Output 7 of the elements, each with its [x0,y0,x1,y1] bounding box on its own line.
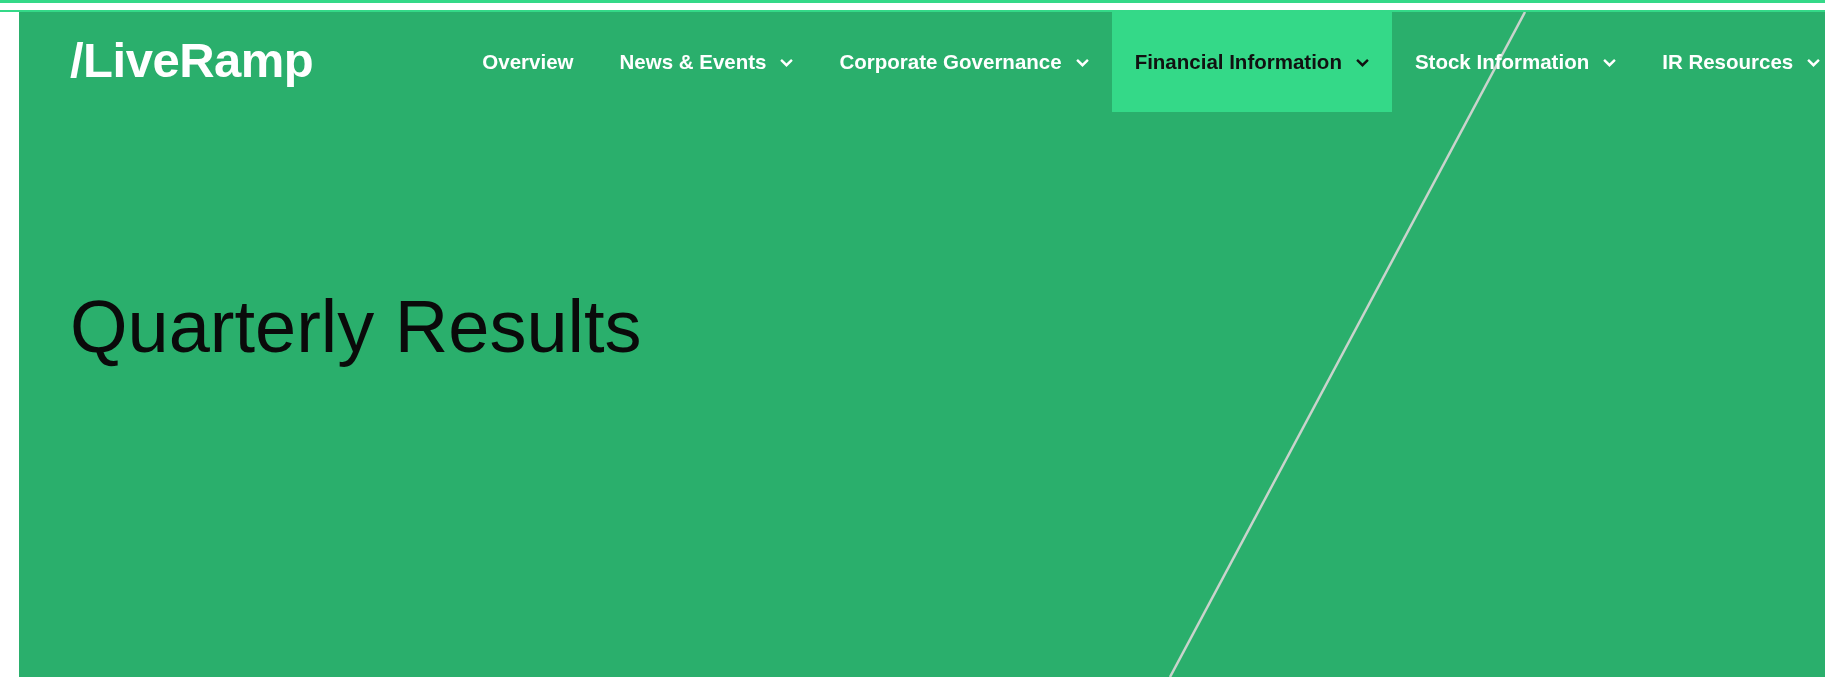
nav-tab[interactable]: IR Resources [1639,12,1825,112]
nav-tab[interactable]: News & Events [596,12,817,112]
nav-tab[interactable]: Corporate Governance [816,12,1112,112]
page-title: Quarterly Results [70,284,643,369]
logo[interactable]: /LiveRamp [70,32,314,88]
nav-tab[interactable]: Financial Information [1111,12,1392,112]
nav-tab[interactable]: Overview [459,12,597,112]
